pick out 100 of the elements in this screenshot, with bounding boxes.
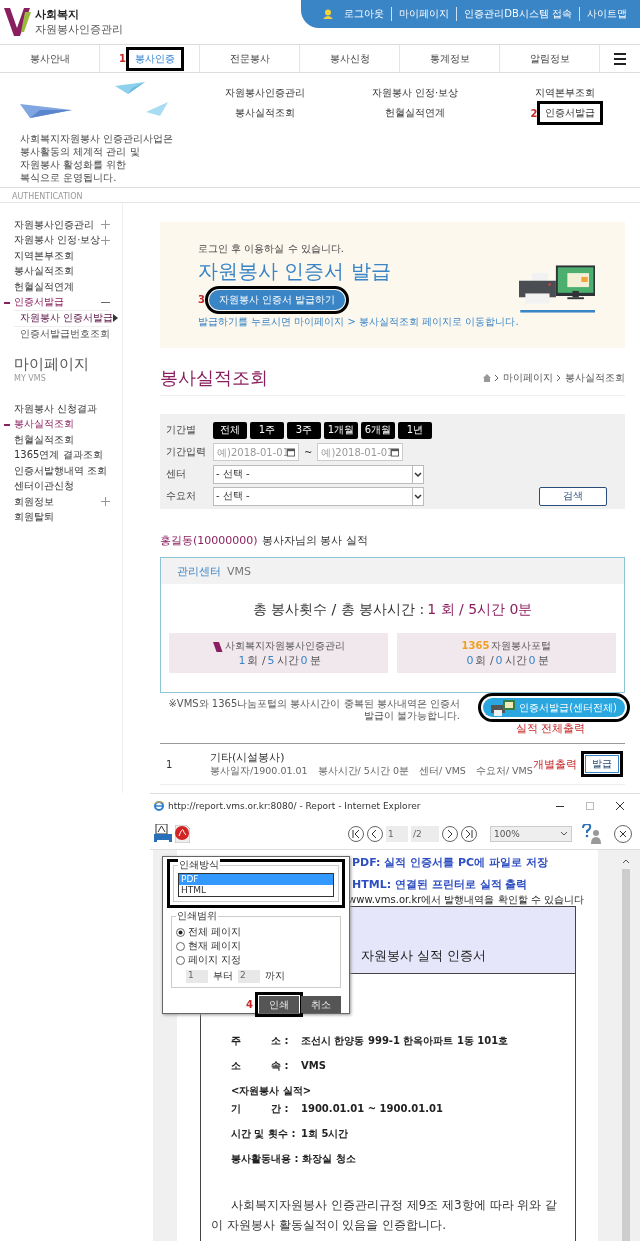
expand-icon[interactable] xyxy=(101,235,110,245)
page-to-field[interactable]: 2 xyxy=(238,969,260,983)
sidebar-item[interactable]: 회원탈퇴 xyxy=(14,510,110,525)
active-indicator xyxy=(4,301,10,304)
zoom-select[interactable]: 100% xyxy=(490,825,572,842)
close-icon[interactable] xyxy=(616,802,624,810)
sidebar-item[interactable]: 1365연계 결과조회 xyxy=(14,448,110,463)
utility-link[interactable]: 인증관리DB시스템 접속 xyxy=(456,7,579,21)
radio-button[interactable] xyxy=(176,955,185,965)
sidebar-item[interactable]: 자원봉사 인증서발급 xyxy=(20,311,114,326)
period-button[interactable]: 1주 xyxy=(250,421,284,439)
sidebar-item[interactable]: 봉사실적조회 xyxy=(14,417,110,432)
volunteer-name: 홍길동(10000000) xyxy=(160,534,258,547)
step-number: 2 xyxy=(530,107,538,119)
record-detail: 수요처/ VMS xyxy=(475,765,533,778)
annotation-caption: 실적 전체출력 xyxy=(515,721,585,736)
section-label: AUTHENTICATION xyxy=(0,188,640,203)
certificate-title: 자원봉사 실적 인증서 xyxy=(361,947,487,965)
sidebar-item[interactable]: 인증서발행내역 조회 xyxy=(14,463,110,478)
utility-link[interactable]: 마이페이지 xyxy=(391,7,457,21)
close-button[interactable] xyxy=(614,824,632,843)
sidebar-item[interactable]: 인증서발급 xyxy=(14,295,101,310)
center-name: VMS xyxy=(227,564,251,578)
field-label: 부터 xyxy=(213,969,233,983)
field-value: 조선시 한양동 999-1 한옥아파트 1동 101호 xyxy=(301,1035,509,1046)
sidebar-item[interactable]: 센터이관신청 xyxy=(14,479,110,494)
period-button[interactable]: 6개월 xyxy=(361,421,395,439)
annotation-caption: HTML: 연결된 프린터로 실적 출력 xyxy=(352,877,529,893)
sidebar-item[interactable]: 인증서발급번호조회 xyxy=(20,326,110,341)
sidebar-item[interactable]: 자원봉사 신청결과 xyxy=(14,401,110,416)
menu-link[interactable]: 자원봉사인증관리 xyxy=(221,85,309,101)
group-label: 인쇄방식 xyxy=(178,859,220,871)
sidebar-item[interactable]: 자원봉사인증관리 xyxy=(14,217,101,232)
record-title: 기타(시설봉사) xyxy=(210,750,286,765)
nav-tab[interactable]: 봉사신청 xyxy=(324,50,375,67)
field-label: 시간 및 횟수 : xyxy=(231,1127,297,1141)
caret-icon xyxy=(412,487,423,505)
menu-link[interactable]: 봉사실적조회 xyxy=(231,105,299,121)
period-button[interactable]: 전체 xyxy=(213,421,247,439)
logo-title: 사회복지 xyxy=(35,7,80,22)
sidebar-item[interactable]: 지역본부조회 xyxy=(14,248,110,263)
sidebar-item[interactable]: 봉사실적조회 xyxy=(14,264,110,279)
menu-link[interactable]: 헌혈실적연계 xyxy=(381,105,449,121)
breadcrumb-link[interactable]: 마이페이지 xyxy=(503,370,553,385)
radio-button[interactable] xyxy=(176,927,185,937)
period-button[interactable]: 3주 xyxy=(287,421,321,439)
issue-button[interactable]: 발급 xyxy=(585,755,619,773)
field-label: 센터 xyxy=(166,467,187,481)
select-field[interactable]: - 선택 - xyxy=(213,486,424,506)
list-box[interactable]: PDF HTML xyxy=(178,873,334,897)
page-from-field[interactable]: 1 xyxy=(186,969,208,983)
calendar-icon[interactable] xyxy=(287,447,295,457)
sidebar-item[interactable]: 회원정보 xyxy=(14,494,101,509)
nav-tab[interactable]: 통계정보 xyxy=(424,50,475,67)
help-icon[interactable] xyxy=(581,823,601,844)
nav-tab[interactable]: 전문봉사 xyxy=(224,50,275,67)
field-label: 까지 xyxy=(265,969,285,983)
banner-hint: 발급하기를 누르시면 마이페이지 > 봉사실적조회 페이지로 이동합니다. xyxy=(198,314,519,329)
record-detail: 봉사시간/ 5시간 0분 xyxy=(317,765,409,778)
calendar-icon[interactable] xyxy=(391,447,400,457)
scroll-thumb[interactable] xyxy=(622,869,630,1241)
home-icon[interactable] xyxy=(483,373,491,382)
menu-link[interactable]: 지역본부조회 xyxy=(531,85,599,101)
pdf-icon[interactable] xyxy=(175,824,190,843)
stat-value: 5 xyxy=(267,653,275,667)
menu-icon[interactable] xyxy=(614,52,626,65)
sidebar-item[interactable]: 헌혈실적연계 xyxy=(14,279,110,294)
print-icon[interactable] xyxy=(154,824,172,843)
radio-button[interactable] xyxy=(176,941,185,951)
logo-icon xyxy=(212,639,223,652)
source-name: 자원봉사포털 xyxy=(491,638,552,653)
nav-tab[interactable]: 봉사안내 xyxy=(24,50,75,67)
row-number: 1 xyxy=(165,758,174,770)
scroll-up-icon[interactable] xyxy=(622,858,630,865)
total-label: 총 봉사횟수 / 총 봉사시간 : xyxy=(252,601,425,617)
utility-link[interactable]: 사이트맵 xyxy=(579,7,634,21)
breadcrumb-link[interactable]: 봉사실적조회 xyxy=(565,370,625,385)
page-field[interactable]: 1 xyxy=(386,825,408,842)
expand-icon[interactable] xyxy=(101,220,110,230)
period-button[interactable]: 1년 xyxy=(398,421,432,439)
step-number: 1 xyxy=(119,53,126,64)
logo-subtitle: 자원봉사인증관리 xyxy=(35,22,123,37)
utility-link[interactable]: 로그아웃 xyxy=(337,7,392,21)
caret-icon xyxy=(412,465,423,483)
sidebar-item[interactable]: 헌혈실적조회 xyxy=(14,432,110,447)
period-button[interactable]: 1개월 xyxy=(324,421,358,439)
search-button[interactable]: 검색 xyxy=(539,486,607,506)
sidebar-item[interactable]: 자원봉사 인정·보상 xyxy=(14,233,101,248)
nav-tab[interactable]: 알림정보 xyxy=(524,50,575,67)
cancel-button[interactable]: 취소 xyxy=(301,996,341,1013)
list-option[interactable]: HTML xyxy=(179,885,333,896)
banner-title: 자원봉사 인증서 발급 xyxy=(198,257,392,285)
range-separator: ~ xyxy=(303,446,314,458)
expand-icon[interactable] xyxy=(101,497,110,507)
field-label: 수요처 xyxy=(166,489,197,503)
logo-icon xyxy=(4,6,32,38)
close-icon[interactable] xyxy=(619,829,627,838)
select-field[interactable]: - 선택 - xyxy=(213,464,424,484)
menu-link[interactable]: 자원봉사 인정·보상 xyxy=(367,85,463,101)
step-number: 4 xyxy=(246,999,253,1010)
